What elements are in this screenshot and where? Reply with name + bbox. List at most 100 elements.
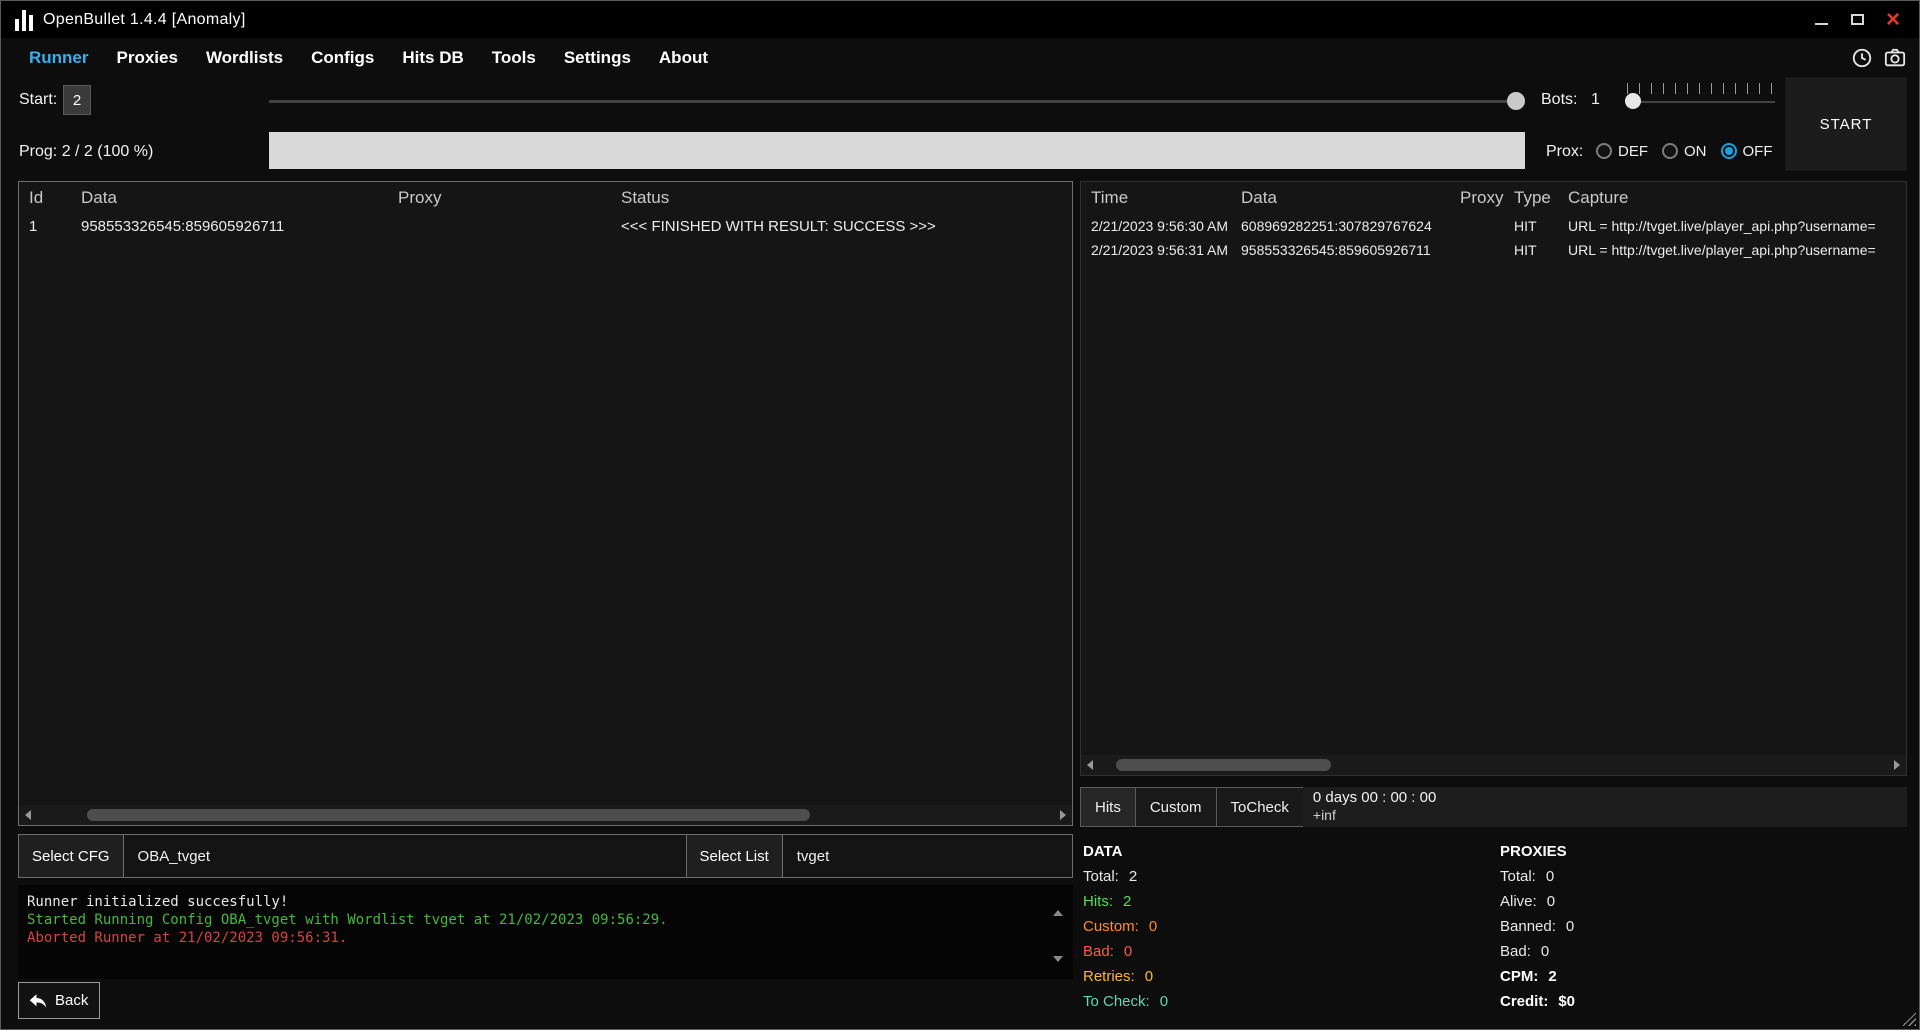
results-horizontal-scrollbar [19, 805, 1072, 825]
selected-config-name: OBA_tvget [124, 835, 686, 877]
progress-label: Prog: 2 / 2 (100 %) [19, 143, 153, 161]
menu-item-about[interactable]: About [645, 48, 722, 68]
menu-item-wordlists[interactable]: Wordlists [192, 48, 297, 68]
config-bar: Select CFG OBA_tvget Select List tvget [18, 834, 1073, 878]
tab-tocheck[interactable]: ToCheck [1216, 787, 1304, 827]
scrollbar-track[interactable] [1099, 755, 1888, 775]
bots-value: 1 [1591, 91, 1600, 109]
tab-hits[interactable]: Hits [1080, 787, 1136, 827]
header-proxy[interactable]: Proxy [398, 188, 621, 208]
log-scroll-up-arrow[interactable] [1053, 893, 1065, 903]
selected-wordlist-name: tvget [783, 835, 1072, 877]
scrollbar-track[interactable] [37, 805, 1054, 825]
back-arrow-icon [29, 993, 47, 1009]
menu-item-configs[interactable]: Configs [297, 48, 388, 68]
hits-table-row[interactable]: 2/21/2023 9:56:31 AM 958553326545:859605… [1081, 238, 1906, 262]
header-type[interactable]: Type [1514, 188, 1568, 208]
proxy-mode-on[interactable]: ON [1662, 143, 1707, 160]
cell-time: 2/21/2023 9:56:30 AM [1081, 218, 1241, 234]
cell-type: HIT [1514, 242, 1568, 258]
menu-item-settings[interactable]: Settings [550, 48, 645, 68]
cell-type: HIT [1514, 218, 1568, 234]
start-runner-button[interactable]: START [1785, 77, 1907, 171]
progress-slider-handle[interactable] [1507, 92, 1525, 110]
select-cfg-button[interactable]: Select CFG [19, 835, 124, 877]
log-line: Aborted Runner at 21/02/2023 09:56:31. [27, 929, 1049, 947]
scroll-right-arrow[interactable] [1054, 805, 1072, 825]
stat-proxy-bad: Bad: 0 [1500, 939, 1880, 964]
window-resize-grip[interactable] [1902, 1012, 1916, 1026]
minimize-button[interactable] [1803, 5, 1839, 35]
proxy-mode-def[interactable]: DEF [1596, 143, 1648, 160]
progress-bar-fill [269, 132, 1525, 169]
header-data[interactable]: Data [81, 188, 398, 208]
log-line: Runner initialized succesfully! [27, 893, 1049, 911]
bots-label: Bots: [1541, 91, 1577, 109]
header-status[interactable]: Status [621, 188, 1072, 208]
tab-custom[interactable]: Custom [1135, 787, 1217, 827]
header-proxy[interactable]: Proxy [1460, 188, 1514, 208]
stat-value: 0 [1541, 943, 1549, 960]
scroll-right-arrow[interactable] [1888, 755, 1906, 775]
camera-icon[interactable] [1883, 47, 1907, 69]
scrollbar-thumb[interactable] [1116, 759, 1331, 771]
back-button[interactable]: Back [18, 982, 100, 1019]
title-bar: OpenBullet 1.4.4 [Anomaly] × [1, 1, 1919, 38]
maximize-icon [1851, 14, 1864, 25]
stat-label: Alive: [1500, 893, 1537, 910]
data-stats-title: DATA [1083, 839, 1483, 864]
stat-label: CPM: [1500, 968, 1538, 985]
runner-log[interactable]: Runner initialized succesfully! Started … [18, 885, 1073, 979]
bots-slider-handle[interactable] [1625, 93, 1641, 109]
menu-item-runner[interactable]: Runner [15, 48, 103, 68]
select-list-button[interactable]: Select List [686, 835, 783, 877]
stat-value: 2 [1548, 968, 1556, 985]
header-capture[interactable]: Capture [1568, 188, 1906, 208]
stat-hits: Hits: 2 [1083, 889, 1483, 914]
results-table-row[interactable]: 1 958553326545:859605926711 <<< FINISHED… [19, 214, 1072, 238]
header-id[interactable]: Id [19, 188, 81, 208]
stat-label: Custom: [1083, 918, 1139, 935]
bots-slider-track[interactable] [1627, 101, 1775, 103]
log-scroll-down-arrow[interactable] [1053, 961, 1065, 971]
maximize-button[interactable] [1839, 5, 1875, 35]
scroll-left-arrow[interactable] [1081, 755, 1099, 775]
radio-label: OFF [1743, 143, 1773, 160]
hits-tabs-row: Hits Custom ToCheck 0 days 00 : 00 : 00 … [1080, 787, 1907, 827]
menu-item-proxies[interactable]: Proxies [103, 48, 192, 68]
radio-icon [1662, 143, 1678, 159]
stat-label: Hits: [1083, 893, 1113, 910]
progress-slider-track[interactable] [269, 100, 1525, 103]
menu-icons [1851, 47, 1913, 69]
hits-table-row[interactable]: 2/21/2023 9:56:30 AM 608969282251:307829… [1081, 214, 1906, 238]
minimize-icon [1815, 23, 1828, 25]
menu-item-tools[interactable]: Tools [478, 48, 550, 68]
menu-bar: Runner Proxies Wordlists Configs Hits DB… [1, 38, 1919, 77]
stat-label: Bad: [1500, 943, 1531, 960]
clock-icon[interactable] [1851, 47, 1873, 69]
stat-total: Total:2 [1083, 864, 1483, 889]
stat-value: 0 [1547, 893, 1555, 910]
radio-label: DEF [1618, 143, 1648, 160]
header-data[interactable]: Data [1241, 188, 1460, 208]
start-input[interactable] [63, 85, 91, 115]
proxy-mode-radio-group: DEF ON OFF [1596, 139, 1773, 163]
scroll-left-arrow[interactable] [19, 805, 37, 825]
cell-id: 1 [19, 218, 81, 235]
app-window: OpenBullet 1.4.4 [Anomaly] × Runner Prox… [0, 0, 1920, 1030]
scrollbar-thumb[interactable] [87, 809, 810, 821]
results-panel: Id Data Proxy Status 1 958553326545:8596… [18, 181, 1073, 826]
stat-value: 2 [1129, 868, 1137, 885]
close-button[interactable]: × [1875, 5, 1911, 35]
stat-value: 0 [1160, 993, 1168, 1010]
proxy-mode-off[interactable]: OFF [1721, 143, 1773, 160]
stat-label: Credit: [1500, 993, 1548, 1010]
menu-item-hitsdb[interactable]: Hits DB [388, 48, 477, 68]
eta-label: +inf [1313, 807, 1897, 823]
header-time[interactable]: Time [1081, 188, 1241, 208]
stat-label: Retries: [1083, 968, 1135, 985]
stat-value: 2 [1123, 893, 1131, 910]
radio-label: ON [1684, 143, 1707, 160]
hits-table-header: Time Data Proxy Type Capture [1081, 182, 1906, 214]
timer-box: 0 days 00 : 00 : 00 +inf [1303, 787, 1907, 827]
